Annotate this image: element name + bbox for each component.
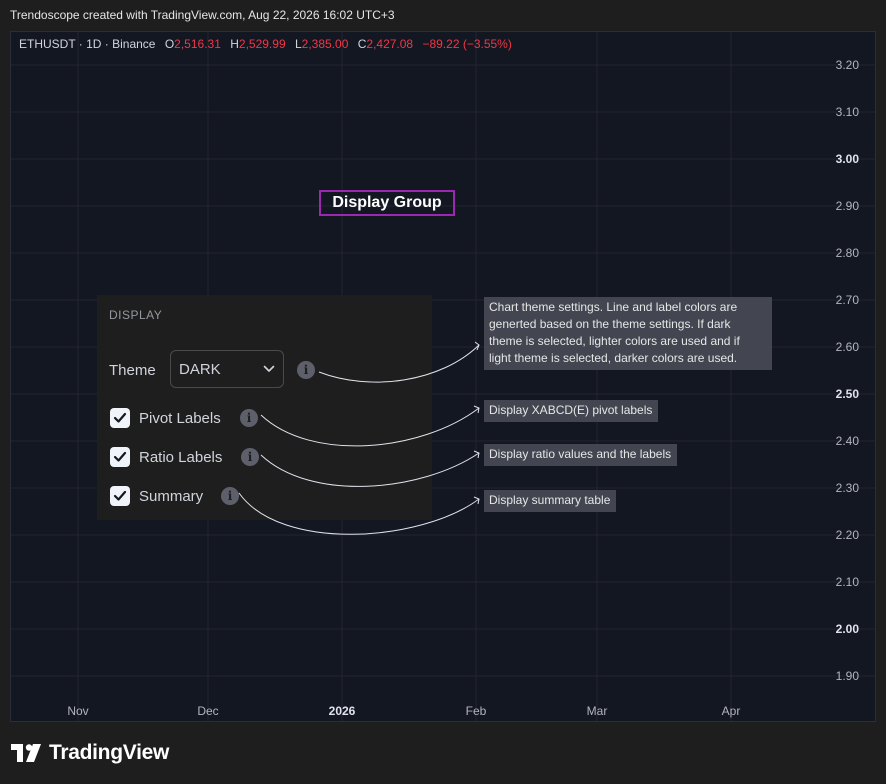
low-value: 2,385.00 xyxy=(301,37,349,51)
theme-callout: Chart theme settings. Line and label col… xyxy=(484,297,772,370)
change-value: −89.22 (−3.55%) xyxy=(422,37,512,51)
info-icon[interactable]: i xyxy=(221,487,239,505)
symbol-ohlc-line: ETHUSDT · 1D · Binance O2,516.31 H2,529.… xyxy=(19,37,512,51)
y-tick: 3.20 xyxy=(835,58,859,72)
close-value: 2,427.08 xyxy=(366,37,414,51)
display-settings-panel: DISPLAY Theme DARK i Pivot Labels i Rati… xyxy=(97,295,432,520)
open-value: 2,516.31 xyxy=(174,37,221,51)
theme-callout-line: generted based on the theme settings. If… xyxy=(489,317,731,331)
x-tick: Feb xyxy=(465,704,487,718)
theme-label: Theme xyxy=(109,362,156,379)
y-tick: 2.70 xyxy=(835,293,859,307)
y-tick: 2.90 xyxy=(835,199,859,213)
y-tick: 2.80 xyxy=(835,246,859,260)
x-tick: Mar xyxy=(586,704,608,718)
low-label: L xyxy=(294,37,302,51)
y-tick: 2.50 xyxy=(835,387,859,401)
display-group-title: Display Group xyxy=(319,190,455,216)
checkmark-icon xyxy=(113,412,127,423)
summary-callout: Display summary table xyxy=(484,490,617,512)
brand-name: TradingView xyxy=(49,741,170,764)
y-tick: 3.00 xyxy=(835,152,859,166)
pivot-labels-label: Pivot Labels xyxy=(139,410,221,427)
x-tick: Dec xyxy=(197,704,219,718)
chart-area[interactable]: ETHUSDT · 1D · Binance O2,516.31 H2,529.… xyxy=(10,31,876,722)
summary-checkbox[interactable] xyxy=(110,486,130,506)
panel-header: DISPLAY xyxy=(109,308,163,322)
theme-callout-line: theme is selected, lighter colors are us… xyxy=(489,334,740,348)
x-tick: 2026 xyxy=(328,704,356,718)
theme-callout-line: Chart theme settings. Line and label col… xyxy=(489,300,738,314)
y-tick: 1.90 xyxy=(835,669,859,683)
checkmark-icon xyxy=(113,451,127,462)
chevron-down-icon xyxy=(263,365,275,372)
checkmark-icon xyxy=(113,490,127,501)
pivot-callout: Display XABCD(E) pivot labels xyxy=(484,400,659,422)
theme-select[interactable]: DARK xyxy=(170,350,284,388)
high-label: H xyxy=(230,37,239,51)
info-icon[interactable]: i xyxy=(297,361,315,379)
y-tick: 3.10 xyxy=(835,105,859,119)
chart-caption: Trendoscope created with TradingView.com… xyxy=(10,8,395,22)
x-tick: Apr xyxy=(721,704,741,718)
info-icon[interactable]: i xyxy=(240,409,258,427)
open-label: O xyxy=(164,37,175,51)
tradingview-logo-icon xyxy=(11,744,41,762)
theme-select-value: DARK xyxy=(179,361,221,378)
ratio-labels-label: Ratio Labels xyxy=(139,449,223,466)
pivot-labels-checkbox[interactable] xyxy=(110,408,130,428)
y-tick: 2.40 xyxy=(835,434,859,448)
y-tick: 2.00 xyxy=(835,622,859,636)
y-tick: 2.10 xyxy=(835,575,859,589)
ratio-callout: Display ratio values and the labels xyxy=(484,444,678,466)
y-tick: 2.20 xyxy=(835,528,859,542)
x-tick: Nov xyxy=(67,704,89,718)
info-icon[interactable]: i xyxy=(241,448,259,466)
y-tick: 2.30 xyxy=(835,481,859,495)
tradingview-brand[interactable]: TradingView xyxy=(11,741,169,765)
ratio-labels-checkbox[interactable] xyxy=(110,447,130,467)
symbol-name: ETHUSDT · 1D · Binance xyxy=(19,37,156,51)
summary-label: Summary xyxy=(139,488,204,505)
high-value: 2,529.99 xyxy=(238,37,286,51)
y-tick: 2.60 xyxy=(835,340,859,354)
theme-callout-line: light theme is selected, darker colors a… xyxy=(489,351,738,365)
